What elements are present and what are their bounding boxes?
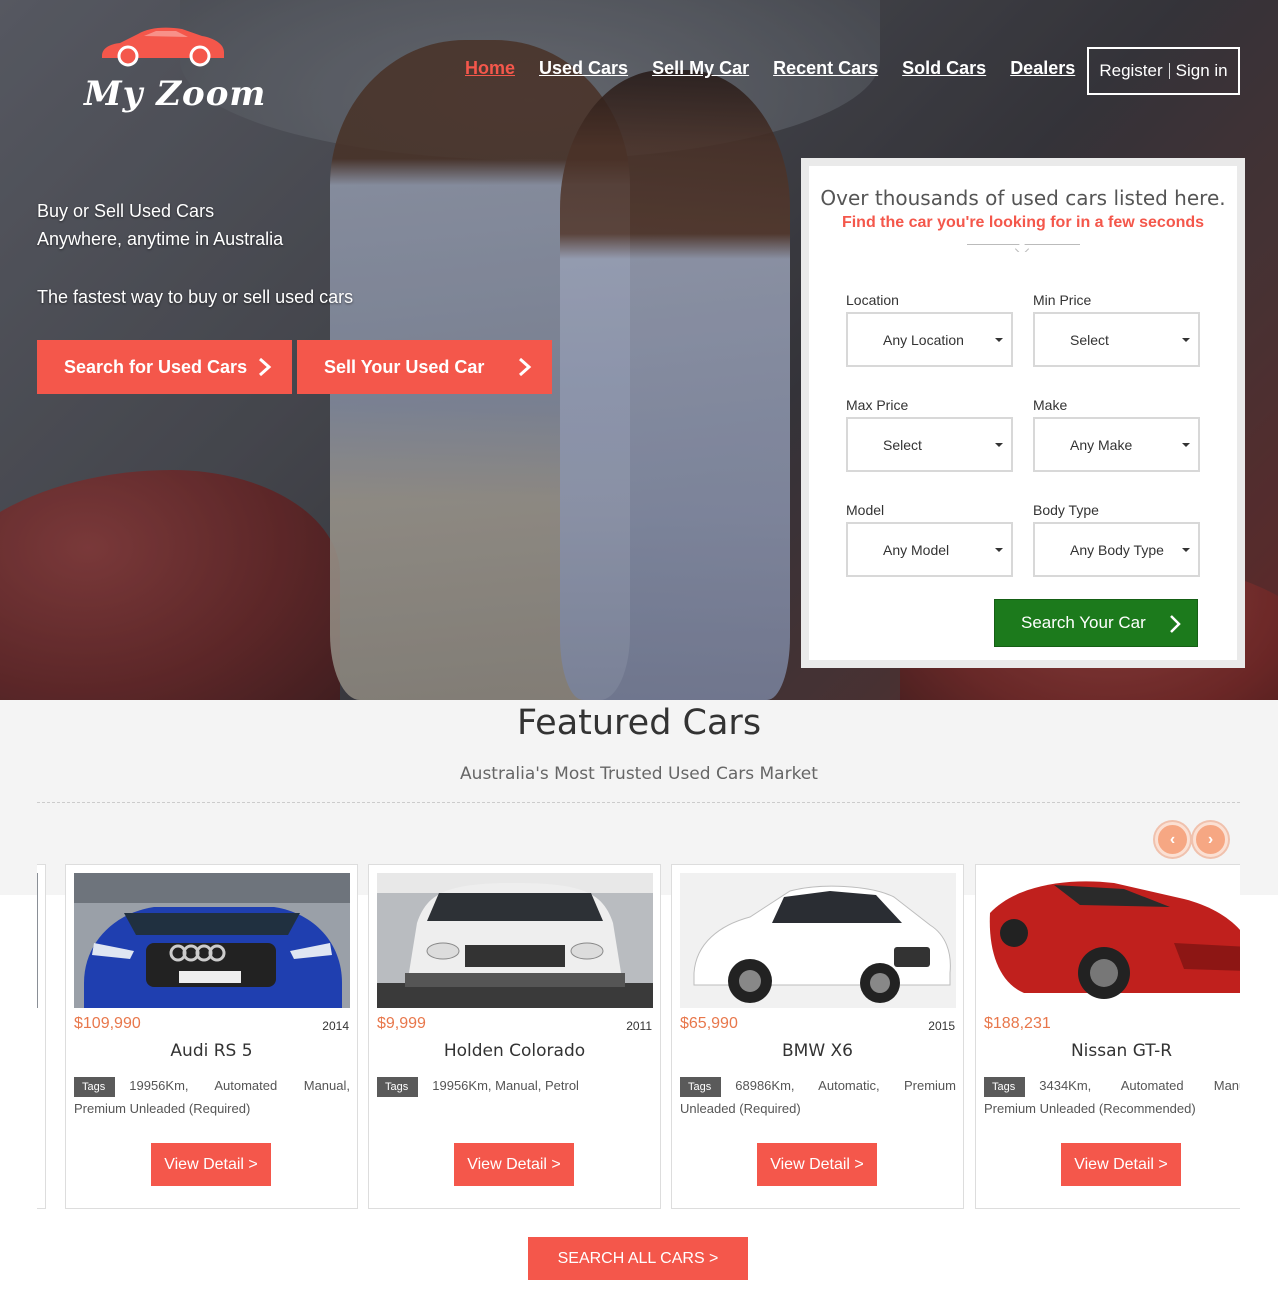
car-logo-icon: [102, 27, 224, 67]
max-price-label: Max Price: [846, 397, 909, 413]
car-price: $188,231: [984, 1015, 1051, 1032]
caret-down-icon: [995, 443, 1003, 447]
hero-line: Buy or Sell Used Cars: [37, 201, 215, 221]
main-nav: Home Used Cars Sell My Car Recent Cars S…: [465, 58, 1099, 79]
car-photo[interactable]: [377, 873, 653, 1008]
car-name[interactable]: Audi RS 5: [66, 1041, 357, 1061]
nav-sold-cars[interactable]: Sold Cars: [902, 58, 986, 79]
search-used-cars-button[interactable]: Search for Used Cars: [37, 340, 292, 394]
tag-badge: Tags: [984, 1076, 1026, 1097]
search-header: Over thousands of used cars listed here.…: [809, 166, 1237, 257]
caret-down-icon: [1182, 443, 1190, 447]
view-detail-button[interactable]: View Detail >: [454, 1143, 574, 1186]
car-year: 2015: [928, 1019, 955, 1033]
chevron-right-icon: [519, 357, 532, 377]
tag-badge: Tags: [74, 1076, 116, 1097]
car-name[interactable]: Holden Colorado: [369, 1041, 660, 1061]
car-tags: Tags 68986Km, Automatic, Premium Unleaded…: [680, 1076, 956, 1116]
carousel-prev-button[interactable]: ‹: [1155, 822, 1190, 857]
location-label: Location: [846, 292, 899, 308]
car-photo[interactable]: [37, 873, 38, 1008]
caret-down-icon: [1182, 338, 1190, 342]
car-tags: Tags 3434Km, Automated Manual, Premium Un…: [984, 1076, 1240, 1116]
car-name[interactable]: BMW X6: [672, 1041, 963, 1061]
min-price-select[interactable]: Select: [1033, 312, 1200, 367]
tag-badge: Tags: [377, 1076, 419, 1097]
car-photo[interactable]: [984, 873, 1240, 1008]
car-card: $109,990 2014 Audi RS 5 Tags 19956Km, Aut…: [65, 864, 358, 1209]
nav-used-cars[interactable]: Used Cars: [539, 58, 628, 79]
divider: [37, 802, 1240, 803]
car-photo[interactable]: [680, 873, 956, 1008]
chevron-right-icon: ›: [1207, 830, 1214, 848]
chevron-right-icon: [259, 357, 272, 377]
chevron-right-icon: [1170, 615, 1181, 633]
divider: [1168, 63, 1170, 79]
logo-text: My Zoom: [84, 74, 267, 114]
car-year: 2011: [626, 1019, 652, 1033]
auth-box: Register Sign in: [1087, 47, 1240, 95]
model-label: Model: [846, 502, 885, 518]
car-card: $65,990 2015 BMW X6 Tags 68986Km, Automat…: [671, 864, 964, 1209]
car-card: $9,999 2011 Holden Colorado Tags 19956Km,…: [368, 864, 661, 1209]
caret-down-icon: [995, 338, 1003, 342]
car-search-panel: Over thousands of used cars listed here.…: [801, 158, 1245, 668]
body-type-label: Body Type: [1033, 502, 1099, 518]
featured-title: Featured Cars: [516, 703, 762, 743]
car-name[interactable]: Nissan GT-R: [976, 1041, 1240, 1061]
logo[interactable]: My Zoom: [84, 22, 265, 114]
chevron-left-icon: ‹: [1169, 830, 1176, 848]
view-detail-button[interactable]: View Detail >: [1061, 1143, 1181, 1186]
hero-line: Anywhere, anytime in Australia: [37, 229, 284, 249]
car-card: $188,231 20 Nissan GT-R Tags3434Km, Auto…: [975, 864, 1240, 1209]
make-label: Make: [1033, 397, 1068, 413]
car-year: 2014: [322, 1019, 349, 1033]
car-price: $109,990: [74, 1015, 141, 1032]
nav-dealers[interactable]: Dealers: [1010, 58, 1075, 79]
location-select[interactable]: Any Location: [846, 312, 1013, 367]
featured-subtitle: Australia's Most Trusted Used Cars Marke…: [460, 764, 818, 784]
tag-badge: Tags: [680, 1076, 722, 1097]
model-select[interactable]: Any Model: [846, 522, 1013, 577]
nav-sell-my-car[interactable]: Sell My Car: [652, 58, 749, 79]
search-all-cars-button[interactable]: SEARCH ALL CARS >: [528, 1237, 748, 1280]
make-select[interactable]: Any Make: [1033, 417, 1200, 472]
sell-used-car-button[interactable]: Sell Your Used Car: [297, 340, 552, 394]
search-subheading: Find the car you're looking for in a few…: [841, 214, 1205, 231]
body-type-select[interactable]: Any Body Type: [1033, 522, 1200, 577]
carousel-next-button[interactable]: ›: [1193, 822, 1228, 857]
hero-line: The fastest way to buy or sell used cars: [37, 287, 354, 307]
caret-down-icon: [1182, 548, 1190, 552]
car-price: $65,990: [680, 1015, 738, 1032]
hero-text: Buy or Sell Used Cars Anywhere, anytime …: [37, 197, 353, 311]
nav-home[interactable]: Home: [465, 58, 515, 79]
car-photo[interactable]: [74, 873, 350, 1008]
car-card: 5: [37, 864, 46, 1209]
min-price-label: Min Price: [1033, 292, 1092, 308]
max-price-select[interactable]: Select: [846, 417, 1013, 472]
car-tags: Tags 19956Km, Manual, Petrol: [377, 1074, 653, 1097]
featured-carousel: 5 $109,990 2014 Audi RS 5 Tags19956Km, A…: [37, 864, 1240, 1210]
register-link[interactable]: Register: [1099, 61, 1162, 81]
search-heading: Over thousands of used cars listed here.: [820, 186, 1226, 210]
search-your-car-button[interactable]: Search Your Car: [994, 599, 1198, 647]
view-detail-button[interactable]: View Detail >: [757, 1143, 877, 1186]
view-detail-button[interactable]: View Detail >: [151, 1143, 271, 1186]
car-tags: Tags 19956Km, Automated Manual, Premium U…: [74, 1076, 350, 1116]
sign-in-link[interactable]: Sign in: [1176, 61, 1228, 81]
caret-down-icon: [995, 548, 1003, 552]
car-price: $9,999: [377, 1015, 426, 1032]
nav-recent-cars[interactable]: Recent Cars: [773, 58, 878, 79]
